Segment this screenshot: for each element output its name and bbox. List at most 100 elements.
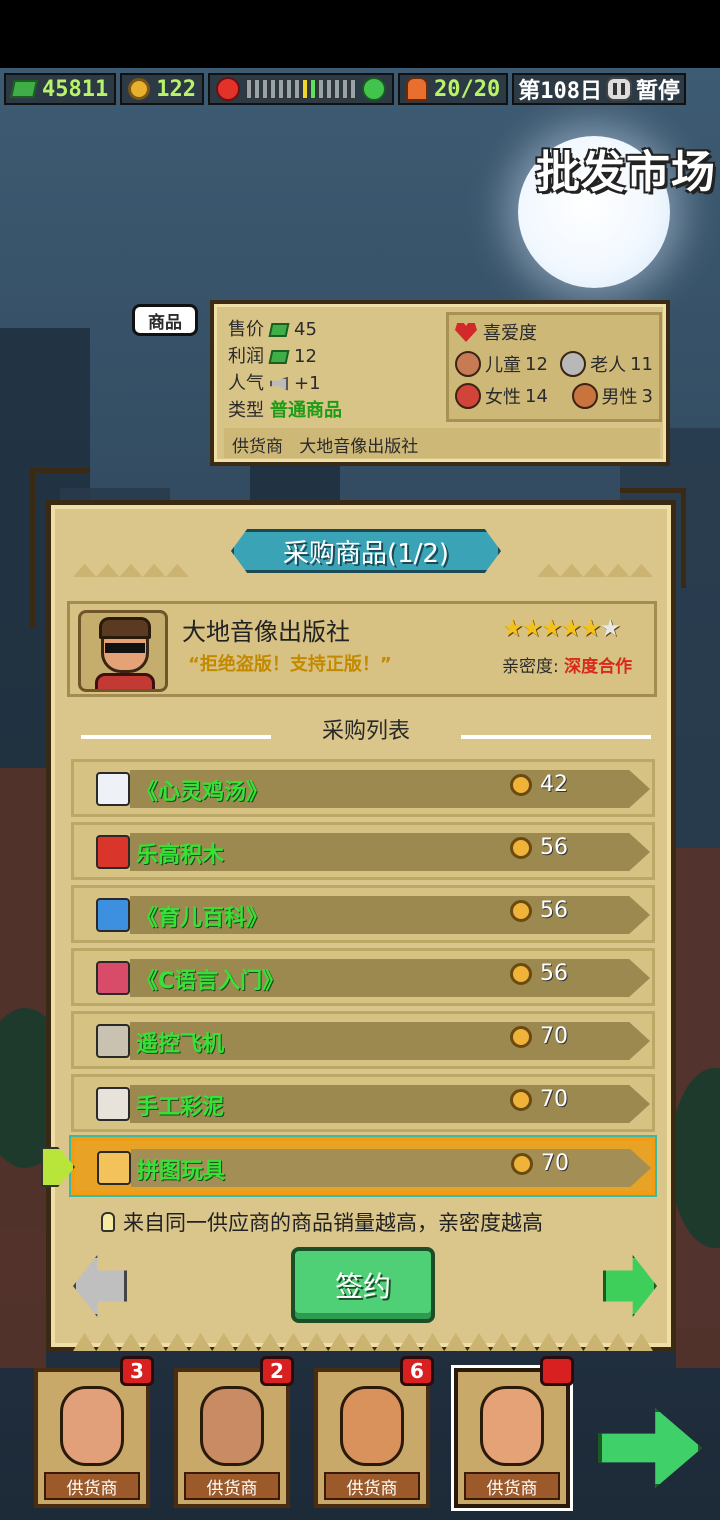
preference-row: 儿童 12 老人 11 xyxy=(455,351,653,377)
elderly-preference: 老人 11 xyxy=(560,351,653,377)
sign-contract-button[interactable]: 签约 xyxy=(291,1247,435,1323)
coin-icon xyxy=(510,836,532,859)
next-page-button[interactable] xyxy=(603,1255,657,1317)
list-item[interactable]: 手工彩泥 70 xyxy=(71,1074,655,1132)
cash-icon xyxy=(268,322,290,337)
type-row: 类型 普通商品 xyxy=(228,397,342,424)
supplier-slogan: “拒绝盗版！支持正版！” xyxy=(188,654,392,675)
supplier-tab[interactable]: 供货商 xyxy=(454,1356,574,1508)
book-icon xyxy=(96,961,130,995)
list-item[interactable]: 拼图玩具 70 xyxy=(41,1137,655,1195)
item-price-value: 56 xyxy=(540,898,568,923)
mood-bar-segment xyxy=(277,79,284,99)
selection-arrow-icon xyxy=(41,1147,75,1187)
list-item[interactable]: 《育儿百科》 56 xyxy=(71,885,655,943)
profit-label: 利润 xyxy=(228,346,264,367)
notification-badge: 2 xyxy=(260,1356,294,1386)
supplier-tab[interactable]: 供货商 6 xyxy=(314,1356,434,1508)
list-item[interactable]: 《C语言入门》 56 xyxy=(71,948,655,1006)
plane-icon xyxy=(96,1024,130,1058)
supplier-tabs: 供货商 3 供货商 2 供货商 6 供货商 xyxy=(34,1356,594,1508)
star-filled-icon: ★ xyxy=(560,614,582,642)
coin-value: 122 xyxy=(156,76,196,102)
day-label: 第108日 xyxy=(518,79,602,104)
female-label: 女性 xyxy=(485,387,521,408)
list-item[interactable]: 《心灵鸡汤》 42 xyxy=(71,759,655,817)
happy-face-icon xyxy=(361,77,386,101)
supplier-line: 供货商 大地音像出版社 xyxy=(224,428,660,458)
list-item[interactable]: 遥控飞机 70 xyxy=(71,1011,655,1069)
item-price: 70 xyxy=(511,1151,569,1176)
panel-title: 采购商品(1/2) xyxy=(231,529,501,573)
price-label: 售价 xyxy=(228,319,264,340)
list-item[interactable]: 乐高积木 56 xyxy=(71,822,655,880)
star-filled-icon: ★ xyxy=(541,614,562,642)
top-status-bar: 45811 122 20/20 第108日 暂停 xyxy=(0,72,720,106)
coin-display: 122 xyxy=(120,73,204,105)
popularity-row: 人气 +1 xyxy=(228,370,342,397)
item-price: 70 xyxy=(510,1087,568,1112)
male-value: 3 xyxy=(641,385,653,407)
cash-icon xyxy=(10,80,38,98)
mood-bar-segment xyxy=(285,79,292,99)
supplier-tab-label: 供货商 xyxy=(184,1472,280,1500)
product-info-card: 售价 45 利润 12 人气 +1 类型 普通商品 喜爱度 儿童 12 老人 1… xyxy=(210,300,670,466)
item-price-value: 70 xyxy=(540,1024,568,1049)
money-value: 45811 xyxy=(42,76,109,102)
type-value: 普通商品 xyxy=(270,400,342,421)
mood-bar-segment xyxy=(341,79,348,99)
book-icon xyxy=(96,772,130,806)
previous-page-button[interactable] xyxy=(73,1255,127,1317)
megaphone-icon xyxy=(270,376,288,391)
pause-icon[interactable] xyxy=(605,77,632,101)
elderly-icon xyxy=(560,351,587,377)
price-row: 售价 45 xyxy=(228,316,342,343)
supplier-name: 大地音像出版社 xyxy=(182,618,350,646)
pause-button[interactable]: 暂停 xyxy=(636,73,680,105)
item-price-value: 70 xyxy=(540,1087,568,1112)
star-filled-icon: ★ xyxy=(502,614,523,642)
supplier-tab[interactable]: 供货商 2 xyxy=(174,1356,294,1508)
supplier-portrait xyxy=(480,1386,544,1466)
supplier-portrait xyxy=(60,1386,124,1466)
mood-bar xyxy=(245,79,356,99)
item-price-value: 56 xyxy=(540,835,568,860)
supplier-label: 供货商 xyxy=(232,437,283,457)
coin-icon xyxy=(510,899,532,922)
heart-icon xyxy=(455,323,477,342)
lego-icon xyxy=(96,835,130,869)
supplier-avatar xyxy=(78,610,168,692)
closeness: 亲密度: 深度合作 xyxy=(502,652,632,677)
lightbulb-icon xyxy=(101,1212,115,1232)
mood-bar-segment xyxy=(253,79,260,99)
supplier-tab-label: 供货商 xyxy=(324,1472,420,1500)
female-value: 14 xyxy=(525,385,548,407)
rating-stars: ★★★★★★ xyxy=(502,614,621,642)
coin-icon xyxy=(511,1152,533,1175)
item-name: 《心灵鸡汤》 xyxy=(136,780,269,805)
notification-badge: 6 xyxy=(400,1356,434,1386)
product-stats: 售价 45 利润 12 人气 +1 类型 普通商品 xyxy=(228,316,342,424)
coin-icon xyxy=(128,78,151,100)
mood-bar-segment xyxy=(261,79,268,99)
kids-label: 儿童 xyxy=(485,355,521,376)
panel-zigzag xyxy=(73,1333,653,1351)
supplier-portrait xyxy=(200,1386,264,1466)
mood-bar-segment xyxy=(333,79,340,99)
male-preference: 男性 3 xyxy=(571,383,653,409)
list-header: 采购列表 xyxy=(81,713,651,744)
supplier-tab-label: 供货商 xyxy=(44,1472,140,1500)
notification-badge xyxy=(540,1356,574,1386)
preference-title: 喜爱度 xyxy=(483,323,537,344)
mood-bar-segment xyxy=(301,79,308,99)
item-name: 遥控飞机 xyxy=(136,1032,225,1057)
purchase-panel: 采购商品(1/2) 大地音像出版社 “拒绝盗版！支持正版！” ★★★★★★ 亲密… xyxy=(41,500,676,1352)
supplier-value: 大地音像出版社 xyxy=(299,437,419,457)
closeness-label: 亲密度: xyxy=(502,657,559,677)
profit-value: 12 xyxy=(294,346,317,367)
item-price: 56 xyxy=(510,898,568,923)
coin-icon xyxy=(510,1088,532,1111)
supplier-tab[interactable]: 供货商 3 xyxy=(34,1356,154,1508)
mood-meter xyxy=(207,73,394,105)
male-label: 男性 xyxy=(601,387,638,408)
